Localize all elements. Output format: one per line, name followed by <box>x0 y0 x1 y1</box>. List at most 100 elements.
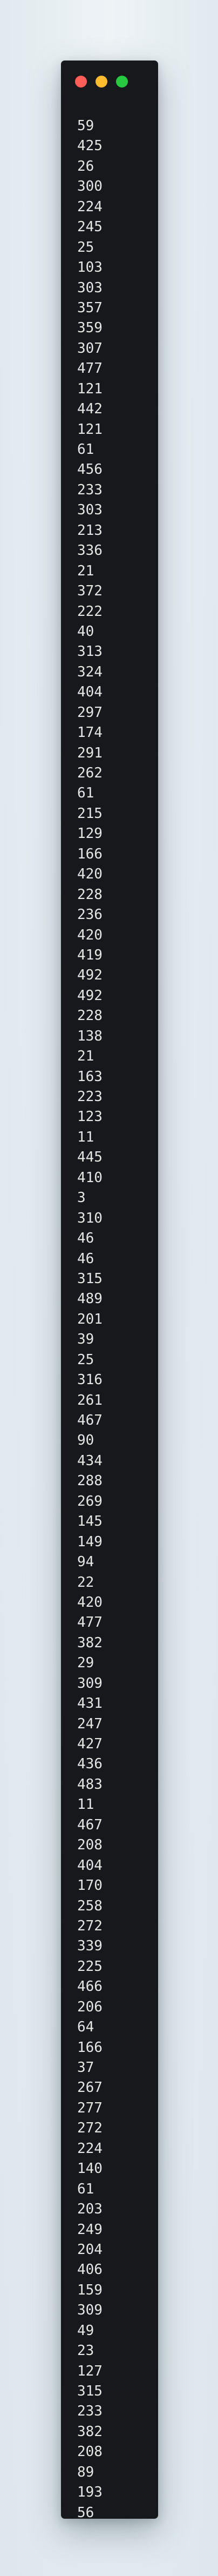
output-line: 420 <box>77 927 103 943</box>
output-line: 434 <box>77 1452 103 1469</box>
output-line: 431 <box>77 1695 103 1712</box>
output-line: 61 <box>77 2181 94 2197</box>
output-line: 233 <box>77 481 103 498</box>
output-line: 203 <box>77 2201 103 2218</box>
output-line: 427 <box>77 1736 103 1752</box>
output-line: 249 <box>77 2221 103 2238</box>
title-bar <box>61 61 158 95</box>
output-line: 307 <box>77 340 103 357</box>
output-line: 466 <box>77 1978 103 1995</box>
output-line: 208 <box>77 2444 103 2460</box>
output-line: 316 <box>77 1372 103 1388</box>
output-line: 213 <box>77 522 103 539</box>
output-line: 336 <box>77 542 103 559</box>
output-line: 315 <box>77 2383 103 2399</box>
output-line: 3 <box>77 1190 86 1206</box>
output-line: 103 <box>77 259 103 276</box>
close-button[interactable] <box>75 76 87 88</box>
output-line: 225 <box>77 1958 103 1975</box>
output-line: 339 <box>77 1938 103 1955</box>
output-line: 357 <box>77 299 103 316</box>
output-line: 21 <box>77 1048 94 1065</box>
output-line: 492 <box>77 987 103 1004</box>
output-line: 37 <box>77 2060 94 2076</box>
output-line: 310 <box>77 1210 103 1226</box>
output-line: 25 <box>77 1351 94 1368</box>
output-line: 49 <box>77 2322 94 2339</box>
output-line: 40 <box>77 623 94 640</box>
output-line: 223 <box>77 1089 103 1105</box>
output-line: 22 <box>77 1574 94 1591</box>
output-line: 46 <box>77 1230 94 1247</box>
output-line: 140 <box>77 2161 103 2177</box>
output-line: 303 <box>77 279 103 296</box>
output-line: 258 <box>77 1897 103 1914</box>
output-line: 121 <box>77 380 103 397</box>
output-line: 404 <box>77 684 103 701</box>
output-line: 420 <box>77 866 103 883</box>
output-line: 94 <box>77 1554 94 1571</box>
output-line: 445 <box>77 1149 103 1166</box>
output-line: 492 <box>77 967 103 984</box>
terminal-output: 59 425 26 300 224 245 25 103 303 357 359 307 477 121 4… <box>77 116 103 2519</box>
output-line: 204 <box>77 2241 103 2258</box>
minimize-button[interactable] <box>96 76 107 88</box>
output-line: 138 <box>77 1028 103 1044</box>
output-line: 483 <box>77 1776 103 1793</box>
output-line: 25 <box>77 239 94 256</box>
output-line: 166 <box>77 846 103 862</box>
output-line: 222 <box>77 603 103 620</box>
terminal-window: 59 425 26 300 224 245 25 103 303 357 359 307 477 121 4… <box>61 61 158 2519</box>
output-line: 436 <box>77 1756 103 1773</box>
output-line: 21 <box>77 562 94 579</box>
output-line: 61 <box>77 785 94 802</box>
output-line: 121 <box>77 421 103 438</box>
output-line: 277 <box>77 2099 103 2116</box>
output-line: 236 <box>77 907 103 923</box>
output-line: 425 <box>77 138 103 155</box>
output-line: 262 <box>77 765 103 781</box>
output-line: 233 <box>77 2403 103 2420</box>
output-line: 215 <box>77 805 103 822</box>
zoom-button[interactable] <box>116 76 128 88</box>
output-line: 11 <box>77 1129 94 1145</box>
output-line: 228 <box>77 886 103 903</box>
output-line: 382 <box>77 1634 103 1651</box>
output-line: 127 <box>77 2363 103 2379</box>
output-line: 149 <box>77 1533 103 1550</box>
output-line: 206 <box>77 1998 103 2015</box>
output-line: 315 <box>77 1270 103 1287</box>
output-line: 123 <box>77 1109 103 1125</box>
output-line: 56 <box>77 2504 94 2519</box>
output-line: 489 <box>77 1291 103 1307</box>
output-line: 224 <box>77 2140 103 2157</box>
output-line: 39 <box>77 1331 94 1348</box>
output-line: 11 <box>77 1796 94 1813</box>
output-line: 129 <box>77 826 103 842</box>
output-line: 267 <box>77 2079 103 2096</box>
output-line: 228 <box>77 1008 103 1024</box>
output-line: 300 <box>77 178 103 195</box>
output-line: 419 <box>77 947 103 963</box>
output-line: 297 <box>77 704 103 721</box>
output-line: 59 <box>77 118 94 134</box>
output-line: 61 <box>77 441 94 458</box>
output-line: 467 <box>77 1412 103 1428</box>
output-line: 23 <box>77 2343 94 2359</box>
output-line: 309 <box>77 1675 103 1692</box>
output-line: 324 <box>77 663 103 680</box>
output-line: 269 <box>77 1493 103 1510</box>
output-line: 382 <box>77 2423 103 2440</box>
output-line: 291 <box>77 744 103 761</box>
output-line: 456 <box>77 461 103 478</box>
output-line: 193 <box>77 2484 103 2501</box>
output-line: 163 <box>77 1068 103 1085</box>
output-line: 174 <box>77 725 103 741</box>
output-line: 420 <box>77 1594 103 1611</box>
output-line: 261 <box>77 1392 103 1408</box>
output-line: 288 <box>77 1473 103 1490</box>
output-line: 313 <box>77 643 103 660</box>
output-line: 90 <box>77 1432 94 1449</box>
output-line: 477 <box>77 360 103 377</box>
output-line: 201 <box>77 1311 103 1327</box>
